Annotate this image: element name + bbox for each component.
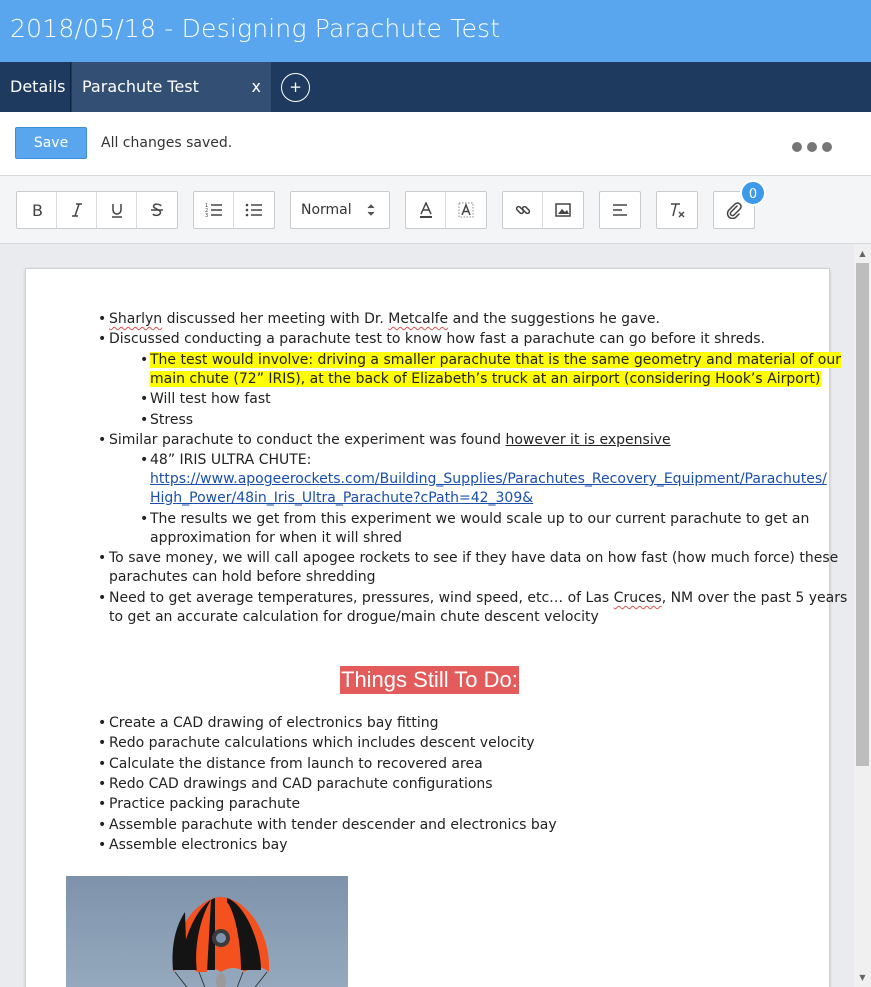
todo-item: • Assemble parachute with tender descende… xyxy=(98,817,557,833)
save-button[interactable]: Save xyxy=(15,127,87,159)
format-select-group: Normal xyxy=(290,191,390,229)
scroll-up-icon[interactable]: ▲ xyxy=(854,247,871,261)
list-group: 123 xyxy=(193,191,275,229)
underline-icon[interactable] xyxy=(97,192,137,228)
link-icon[interactable] xyxy=(503,192,543,228)
more-options-icon[interactable] xyxy=(792,142,852,154)
color-group xyxy=(405,191,487,229)
list-item: • 48” IRIS ULTRA CHUTE: xyxy=(140,452,312,468)
align-group xyxy=(599,191,641,229)
todo-item: • Redo parachute calculations which inclu… xyxy=(98,735,535,751)
insert-group xyxy=(502,191,584,229)
list-item: • Discussed conducting a parachute test t… xyxy=(98,331,765,347)
clear-format-icon[interactable] xyxy=(657,192,697,228)
clear-format-group xyxy=(656,191,698,229)
italic-icon[interactable] xyxy=(57,192,97,228)
todo-item: • Practice packing parachute xyxy=(98,796,301,812)
list-item: • Need to get average temperatures, press… xyxy=(98,590,848,606)
list-item-continuation: parachutes can hold before shredding xyxy=(109,569,376,585)
list-item: • Similar parachute to conduct the experi… xyxy=(98,432,671,448)
attachment-count-badge: 0 xyxy=(740,180,766,206)
scroll-thumb[interactable] xyxy=(856,263,869,766)
list-item: • Stress xyxy=(140,412,194,428)
apogee-link[interactable]: https://www.apogeerockets.com/Building_S… xyxy=(140,470,827,489)
list-item: • To save money, we will call apogee rock… xyxy=(98,550,839,566)
list-item-continuation: main chute (72” IRIS), at the back of El… xyxy=(150,371,821,387)
tab-bar: Details Parachute Test x + xyxy=(0,62,871,112)
image-icon[interactable] xyxy=(543,192,583,228)
tab-parachute-test[interactable]: Parachute Test x xyxy=(72,62,271,112)
save-status: All changes saved. xyxy=(101,135,233,151)
section-heading: Things Still To Do: xyxy=(340,666,519,694)
scroll-down-icon[interactable]: ▼ xyxy=(854,971,871,985)
window-title: 2018/05/18 - Designing Parachute Test xyxy=(0,0,871,62)
list-item: • The test would involve: driving a small… xyxy=(140,352,841,368)
strikethrough-icon[interactable] xyxy=(137,192,177,228)
format-select-value: Normal xyxy=(301,202,352,218)
tab-label: Parachute Test xyxy=(82,77,199,96)
todo-item: • Create a CAD drawing of electronics bay… xyxy=(98,715,439,731)
save-bar: Save All changes saved. xyxy=(0,112,871,176)
select-arrows-icon xyxy=(367,204,375,216)
ordered-list-icon[interactable]: 123 xyxy=(194,192,234,228)
apogee-link-continuation[interactable]: High_Power/48in_Iris_Ultra_Parachute?cPa… xyxy=(140,489,533,508)
text-style-group: B xyxy=(16,191,178,229)
todo-item: • Redo CAD drawings and CAD parachute con… xyxy=(98,776,493,792)
svg-text:3: 3 xyxy=(205,213,208,218)
vertical-scrollbar[interactable]: ▲ ▼ xyxy=(854,245,871,987)
align-left-icon[interactable] xyxy=(600,192,640,228)
background-color-icon[interactable] xyxy=(446,192,486,228)
text-color-icon[interactable] xyxy=(406,192,446,228)
document-page[interactable]: • Sharlyn discussed her meeting with Dr. … xyxy=(25,268,847,987)
svg-text:B: B xyxy=(32,202,43,218)
tab-details[interactable]: Details xyxy=(0,62,71,112)
format-select[interactable]: Normal xyxy=(291,192,389,228)
list-item-continuation: approximation for when it will shred xyxy=(150,530,403,546)
list-item-continuation: to get an accurate calculation for drogu… xyxy=(109,609,599,625)
bold-icon[interactable]: B xyxy=(17,192,57,228)
todo-item: • Assemble electronics bay xyxy=(98,837,288,853)
list-item: • The results we get from this experiment… xyxy=(140,511,810,527)
add-tab-button[interactable]: + xyxy=(281,73,310,102)
close-tab-icon[interactable]: x xyxy=(252,62,261,112)
list-item: • Sharlyn discussed her meeting with Dr. … xyxy=(98,311,660,327)
parachute-photo xyxy=(66,876,348,987)
bullet-list-icon[interactable] xyxy=(234,192,274,228)
list-item: • Will test how fast xyxy=(140,391,271,407)
todo-item: • Calculate the distance from launch to r… xyxy=(98,756,483,772)
editor-toolbar: B 123 Normal xyxy=(0,176,871,244)
